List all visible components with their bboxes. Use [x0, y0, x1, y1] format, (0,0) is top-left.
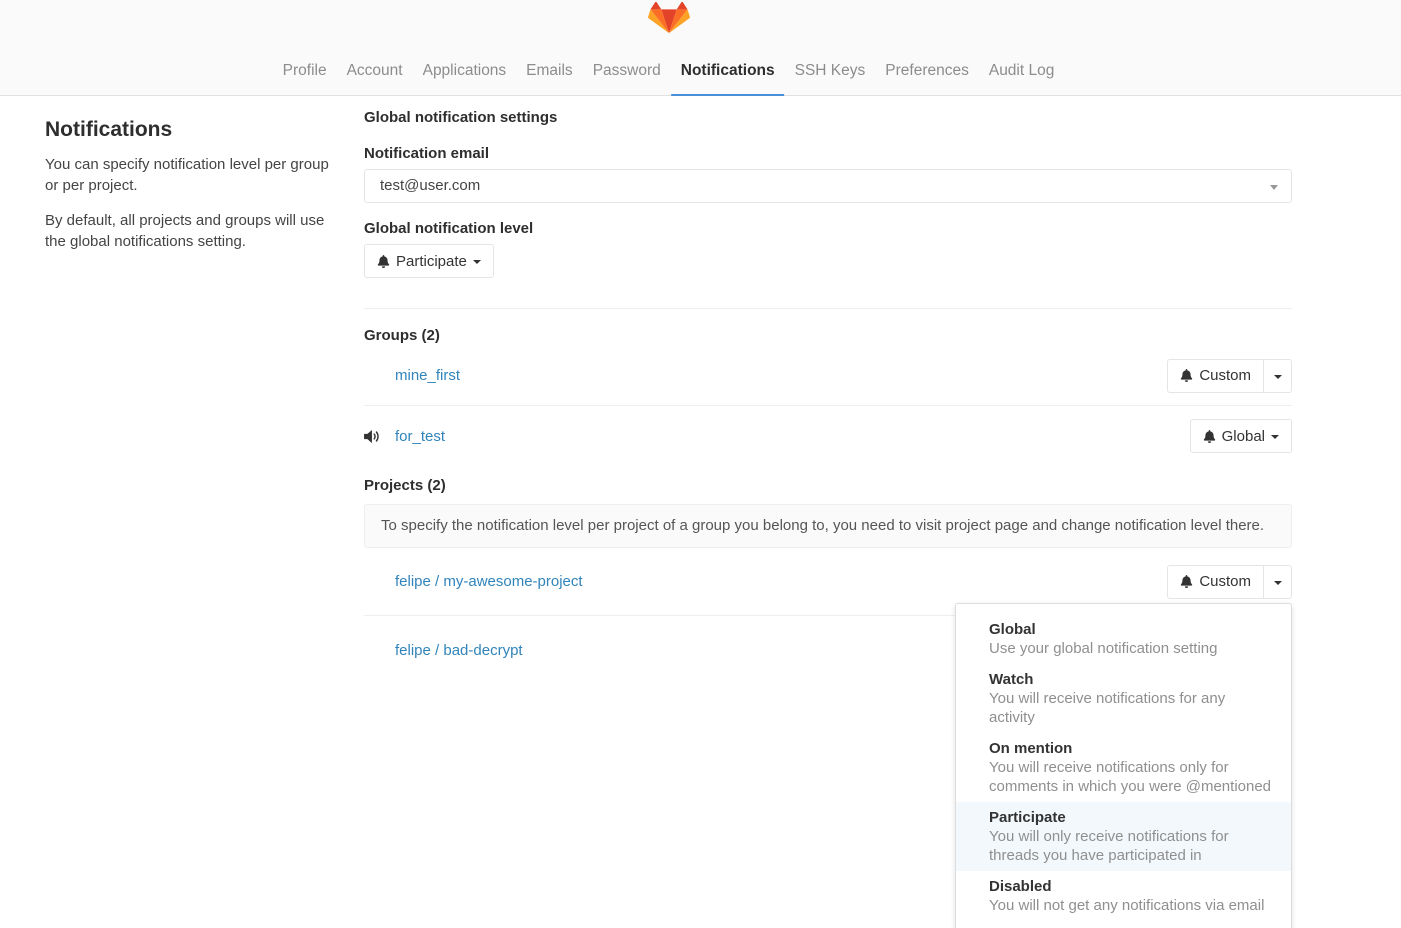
project-link-my-awesome-project[interactable]: felipe / my-awesome-project [395, 573, 583, 590]
projects-title: Projects (2) [364, 476, 1292, 496]
tab-audit-log[interactable]: Audit Log [979, 53, 1065, 96]
notification-email-select[interactable]: test@user.com [364, 169, 1292, 203]
caret-down-icon [1271, 435, 1279, 439]
project-level-value: Custom [1199, 573, 1251, 590]
notifications-description-panel: Notifications You can specify notificati… [45, 108, 364, 684]
tab-ssh-keys[interactable]: SSH Keys [785, 53, 876, 96]
dropdown-item-desc: You will only receive notifications for … [989, 827, 1275, 865]
group-level-value: Global [1222, 428, 1265, 445]
select-arrow-icon [1270, 185, 1278, 190]
dropdown-item-disabled[interactable]: Disabled You will not get any notificati… [956, 871, 1291, 921]
dropdown-item-title: Global [989, 620, 1275, 639]
dropdown-item-desc: You will not get any notifications via e… [989, 896, 1275, 915]
bell-icon [1180, 369, 1193, 382]
dropdown-item-desc: You will receive notifications for any a… [989, 689, 1275, 727]
group-level-button[interactable]: Custom [1167, 359, 1264, 393]
notification-email-value: test@user.com [380, 177, 480, 194]
tab-applications[interactable]: Applications [413, 53, 517, 96]
notification-email-label: Notification email [364, 144, 1292, 164]
group-level-button[interactable]: Global [1190, 419, 1292, 453]
dropdown-item-participate[interactable]: Participate You will only receive notifi… [956, 802, 1291, 871]
dropdown-item-desc: Use your global notification setting [989, 639, 1275, 658]
global-level-value: Participate [396, 253, 467, 270]
project-level-button[interactable]: Custom [1167, 565, 1264, 599]
tab-preferences[interactable]: Preferences [875, 53, 979, 96]
notification-level-dropdown: Global Use your global notification sett… [955, 603, 1292, 928]
gitlab-logo[interactable] [648, 2, 690, 42]
dropdown-item-title: Watch [989, 670, 1275, 689]
profile-tabs: Profile Account Applications Emails Pass… [273, 53, 1065, 96]
tab-account[interactable]: Account [337, 53, 413, 96]
profile-header: Profile Account Applications Emails Pass… [0, 0, 1401, 96]
volume-up-icon [364, 429, 395, 444]
tab-profile[interactable]: Profile [273, 53, 337, 96]
dropdown-item-title: Participate [989, 808, 1275, 827]
dropdown-item-title: On mention [989, 739, 1275, 758]
description-paragraph: You can specify notification level per g… [45, 154, 330, 196]
global-notification-level-button[interactable]: Participate [364, 244, 494, 278]
caret-down-icon [473, 260, 481, 264]
project-row: felipe / my-awesome-project Custom Globa… [364, 548, 1292, 616]
dropdown-item-desc: You will receive notifications only for … [989, 758, 1275, 796]
caret-down-icon [1274, 375, 1282, 379]
tab-password[interactable]: Password [583, 53, 671, 96]
group-level-caret-button[interactable] [1264, 359, 1292, 393]
group-level-split-button: Custom [1167, 359, 1292, 393]
global-notification-level-label: Global notification level [364, 219, 1292, 239]
dropdown-item-global[interactable]: Global Use your global notification sett… [956, 614, 1291, 664]
divider [364, 308, 1292, 309]
bell-icon [1180, 575, 1193, 588]
bell-icon [377, 255, 390, 268]
group-row: mine_first Custom [364, 346, 1292, 406]
tab-emails[interactable]: Emails [516, 53, 583, 96]
project-link-bad-decrypt[interactable]: felipe / bad-decrypt [395, 642, 523, 659]
caret-down-icon [1274, 581, 1282, 585]
dropdown-item-title: Disabled [989, 877, 1275, 896]
project-level-split-button: Custom [1167, 565, 1292, 599]
tab-notifications[interactable]: Notifications [671, 53, 785, 96]
project-level-caret-button[interactable] [1264, 565, 1292, 599]
group-link-for-test[interactable]: for_test [395, 428, 445, 445]
projects-note: To specify the notification level per pr… [364, 504, 1292, 548]
gitlab-tanuki-icon [648, 2, 690, 42]
group-level-value: Custom [1199, 367, 1251, 384]
page-title: Notifications [45, 118, 330, 142]
notification-settings-panel: Global notification settings Notificatio… [364, 108, 1292, 684]
group-row: for_test Global [364, 406, 1292, 466]
global-settings-title: Global notification settings [364, 108, 1292, 128]
bell-icon [1203, 430, 1216, 443]
dropdown-item-on-mention[interactable]: On mention You will receive notification… [956, 733, 1291, 802]
dropdown-item-watch[interactable]: Watch You will receive notifications for… [956, 664, 1291, 733]
groups-title: Groups (2) [364, 326, 1292, 346]
group-link-mine-first[interactable]: mine_first [395, 367, 460, 384]
description-paragraph: By default, all projects and groups will… [45, 210, 330, 252]
